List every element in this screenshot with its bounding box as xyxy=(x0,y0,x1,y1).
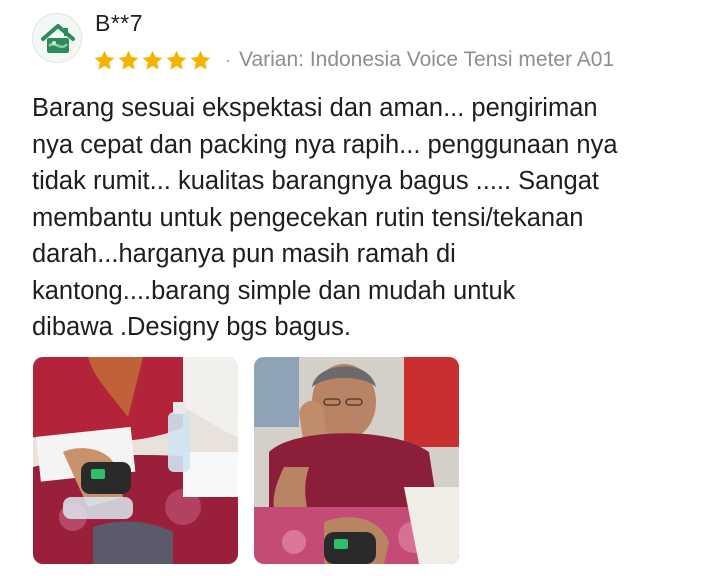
rating-row: · Varian: Indonesia Voice Tensi meter A0… xyxy=(93,45,614,75)
star-icon xyxy=(166,50,187,69)
house-logo-icon xyxy=(34,15,81,62)
review-photo-2[interactable] xyxy=(254,357,459,564)
photo-woman-wrist-monitor xyxy=(254,357,459,564)
review-text-line: kantong....barang simple dan mudah untuk xyxy=(32,276,516,305)
review-text-line: Barang sesuai ekspektasi dan aman... pen… xyxy=(32,94,598,122)
review-photo-1[interactable] xyxy=(33,357,238,564)
photo-hands-wrist-monitor xyxy=(33,357,238,564)
star-icon xyxy=(94,50,115,69)
variant-label: Varian: Indonesia Voice Tensi meter A01 xyxy=(239,48,615,71)
review-text-line: darah...harganya pun masih ramah di xyxy=(32,240,456,268)
star-icon xyxy=(190,50,211,69)
separator-dot: · xyxy=(225,50,231,70)
review-text: Barang sesuai ekspektasi dan aman... pen… xyxy=(32,90,702,346)
review-text-line: membantu untuk pengecekan rutin tensi/te… xyxy=(32,203,584,232)
reviewer-username: B**7 xyxy=(95,10,144,36)
review-card: B**7 · Varian: Indonesia Voice Tensi met… xyxy=(0,0,720,576)
review-text-line: tidak rumit... kualitas barangnya bagus … xyxy=(32,167,599,195)
star-icon xyxy=(118,50,139,69)
avatar[interactable] xyxy=(32,13,82,63)
star-icon xyxy=(142,50,163,69)
review-text-line: nya cepat dan packing nya rapih... pengg… xyxy=(32,130,618,159)
star-rating xyxy=(93,49,212,72)
review-text-line: dibawa .Designy bgs bagus. xyxy=(32,313,351,341)
